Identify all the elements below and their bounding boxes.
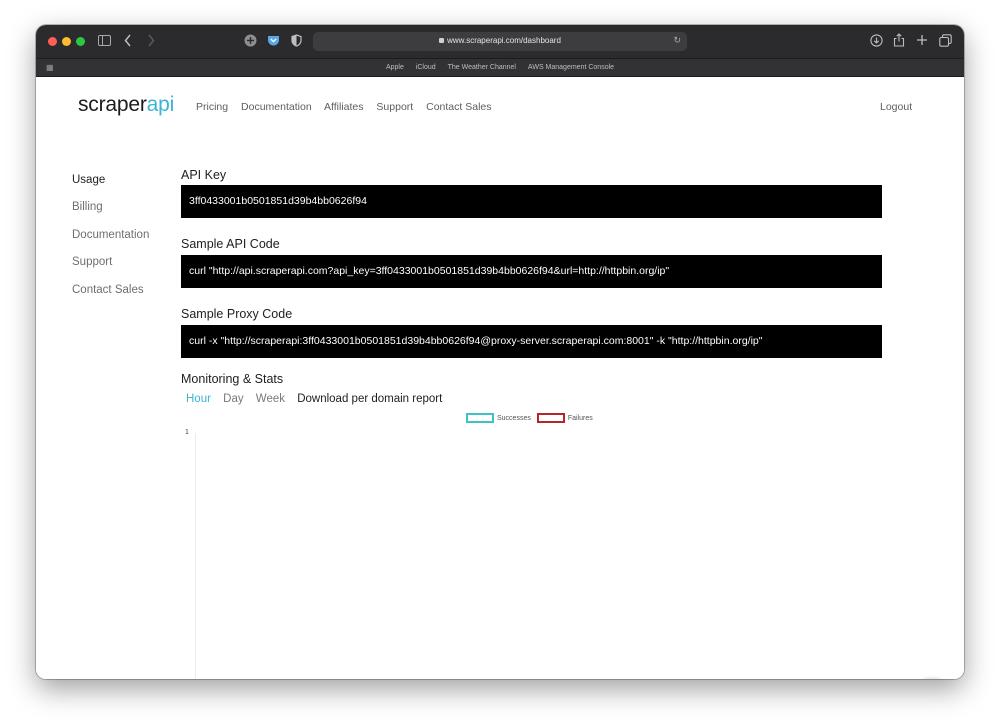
sample-proxy-code-box[interactable]: curl -x "http://scraperapi:3ff0433001b05…: [181, 325, 882, 358]
favorite-weather-channel[interactable]: The Weather Channel: [448, 64, 516, 71]
nav-affiliates[interactable]: Affiliates: [324, 101, 364, 113]
chevron-right-icon[interactable]: [147, 34, 155, 50]
api-key-heading: API Key: [181, 168, 227, 182]
download-icon[interactable]: [870, 34, 883, 50]
download-report-link[interactable]: Download per domain report: [297, 393, 442, 405]
tab-week[interactable]: Week: [256, 393, 285, 405]
legend-failures-swatch: [536, 413, 565, 423]
legend-failures-label: Failures: [567, 414, 593, 422]
monitoring-heading: Monitoring & Stats: [181, 372, 284, 386]
url-display: www.scraperapi.com/dashboard: [313, 35, 687, 47]
chart-y-axis: [195, 433, 196, 679]
y-axis-tick-label: 1: [185, 429, 189, 436]
pocket-icon[interactable]: [267, 34, 280, 50]
sidebar-item-documentation[interactable]: Documentation: [72, 229, 149, 241]
close-window-button[interactable]: [48, 37, 57, 46]
chat-support-avatar[interactable]: [914, 678, 950, 679]
scraperapi-logo[interactable]: scraperapi: [78, 93, 174, 117]
chart-legend: Successes Failures: [466, 413, 597, 423]
api-key-box[interactable]: 3ff0433001b0501851d39b4bb0626f94: [181, 185, 882, 218]
nav-pricing[interactable]: Pricing: [196, 101, 228, 113]
legend-successes[interactable]: Successes: [466, 413, 531, 423]
legend-successes-label: Successes: [497, 414, 531, 422]
logo-main-text: scraper: [78, 93, 147, 116]
stats-period-tabs: Hour Day Week Download per domain report: [186, 393, 451, 405]
top-navigation: Pricing Documentation Affiliates Support…: [196, 101, 502, 113]
favorites-bar: ▦ Apple iCloud The Weather Channel AWS M…: [36, 59, 964, 77]
legend-successes-swatch: [466, 413, 494, 423]
browser-window: www.scraperapi.com/dashboard ↻ ▦ Apple i…: [36, 25, 964, 679]
legend-failures[interactable]: Failures: [536, 413, 593, 423]
sample-api-code-box[interactable]: curl "http://api.scraperapi.com?api_key=…: [181, 255, 882, 288]
nav-contact-sales[interactable]: Contact Sales: [426, 101, 491, 113]
address-bar[interactable]: www.scraperapi.com/dashboard ↻: [313, 32, 687, 51]
sample-proxy-heading: Sample Proxy Code: [181, 307, 293, 321]
page-content: scraperapi Pricing Documentation Affilia…: [36, 77, 964, 679]
minimize-window-button[interactable]: [62, 37, 71, 46]
logo-accent-text: api: [146, 93, 175, 116]
lock-icon: [439, 38, 445, 43]
chevron-left-icon[interactable]: [124, 34, 132, 50]
nav-documentation[interactable]: Documentation: [241, 101, 312, 113]
fullscreen-window-button[interactable]: [76, 37, 85, 46]
favorite-apple[interactable]: Apple: [386, 64, 404, 71]
favorite-aws-console[interactable]: AWS Management Console: [528, 64, 614, 71]
sample-api-heading: Sample API Code: [181, 237, 280, 251]
tab-day[interactable]: Day: [223, 393, 243, 405]
browser-toolbar: www.scraperapi.com/dashboard ↻: [36, 25, 964, 59]
favorites-list: Apple iCloud The Weather Channel AWS Man…: [36, 63, 964, 72]
sidebar-item-support[interactable]: Support: [72, 256, 112, 268]
logout-link[interactable]: Logout: [880, 101, 912, 113]
shield-icon[interactable]: [291, 34, 302, 50]
plus-icon[interactable]: [916, 34, 928, 49]
favorite-icloud[interactable]: iCloud: [416, 64, 436, 71]
share-icon[interactable]: [893, 33, 905, 50]
tab-hour[interactable]: Hour: [186, 393, 211, 405]
reload-icon[interactable]: ↻: [673, 35, 681, 46]
sidebar-item-usage[interactable]: Usage: [72, 174, 105, 186]
sidebar-item-billing[interactable]: Billing: [72, 201, 103, 213]
plus-circle-icon[interactable]: [244, 34, 257, 50]
sidebar-item-contact-sales[interactable]: Contact Sales: [72, 284, 144, 296]
url-text: www.scraperapi.com/dashboard: [447, 36, 561, 45]
nav-support[interactable]: Support: [376, 101, 413, 113]
sidebar-toggle-icon[interactable]: [98, 35, 111, 49]
tab-overview-icon[interactable]: [939, 34, 952, 50]
